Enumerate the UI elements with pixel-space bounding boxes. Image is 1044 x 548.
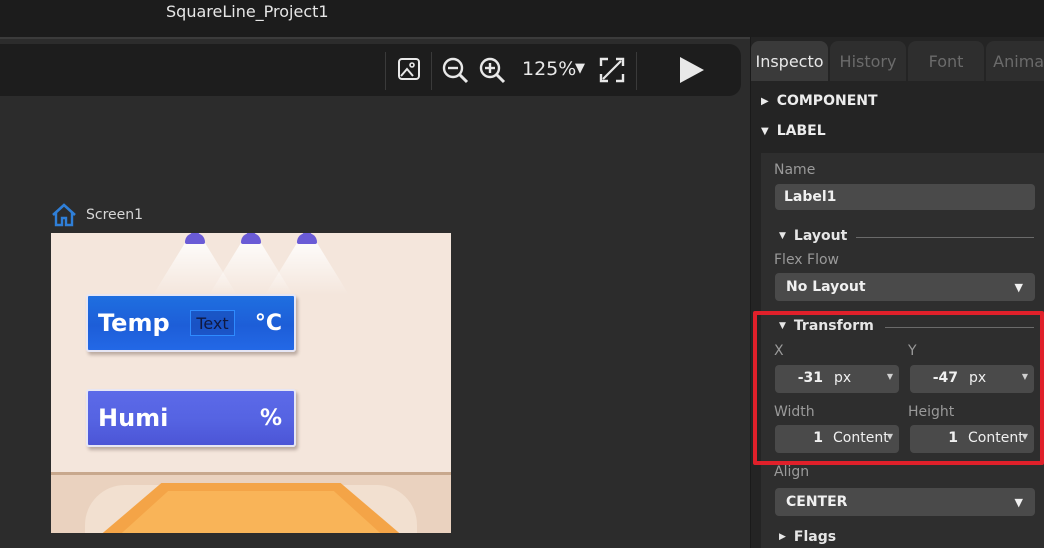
align-value: CENTER <box>786 494 848 510</box>
flags-subheader[interactable]: ▶ Flags <box>779 529 836 545</box>
home-icon <box>52 203 76 227</box>
zoom-out-icon[interactable] <box>440 55 470 85</box>
screen-preview[interactable]: Temp Text °C Humi % <box>51 233 451 533</box>
image-icon[interactable] <box>396 56 422 82</box>
humi-card[interactable]: Humi % <box>86 389 296 447</box>
title-bar: SquareLine_Project1 <box>0 0 1044 37</box>
tab-animation[interactable]: Animati <box>986 41 1044 81</box>
flex-flow-value: No Layout <box>786 279 866 295</box>
inspector-panel: Inspecto History Font Animati ▶ COMPONEN… <box>750 37 1044 548</box>
expanded-triangle-icon: ▼ <box>761 125 769 137</box>
name-input[interactable]: Label1 <box>775 184 1035 210</box>
tab-history[interactable]: History <box>830 41 906 81</box>
window-title: SquareLine_Project1 <box>166 2 329 21</box>
layout-subheader[interactable]: ▼ Layout <box>779 228 847 244</box>
temp-caption: Temp <box>98 309 170 337</box>
divider <box>856 237 1034 238</box>
zoom-in-icon[interactable] <box>477 55 507 85</box>
temp-card[interactable]: Temp Text °C <box>86 294 296 352</box>
section-label-label: LABEL <box>776 123 826 139</box>
zoom-dropdown-caret[interactable]: ▼ <box>575 61 585 76</box>
section-component-label: COMPONENT <box>776 93 878 109</box>
expanded-triangle-icon: ▼ <box>779 231 786 241</box>
play-icon[interactable] <box>676 55 706 85</box>
align-label: Align <box>774 464 810 480</box>
toolbar-divider <box>385 52 386 90</box>
dropdown-arrow-icon: ▼ <box>1014 280 1023 294</box>
tab-inspector[interactable]: Inspecto <box>751 41 828 81</box>
flex-flow-dropdown[interactable]: No Layout ▼ <box>775 273 1035 301</box>
breadcrumb-screen[interactable]: Screen1 <box>86 207 143 223</box>
section-component[interactable]: ▶ COMPONENT <box>761 93 878 109</box>
humi-unit: % <box>259 405 282 431</box>
ceiling-lamp <box>292 233 322 245</box>
dropdown-arrow-icon: ▼ <box>1014 495 1023 509</box>
flex-flow-label: Flex Flow <box>774 252 840 268</box>
transform-highlight-box <box>753 311 1044 465</box>
humi-caption: Humi <box>98 404 169 432</box>
name-label: Name <box>774 162 816 178</box>
tab-font[interactable]: Font <box>908 41 984 81</box>
toolbar-divider <box>431 52 432 90</box>
section-label[interactable]: ▼ LABEL <box>761 123 826 139</box>
layout-title: Layout <box>793 228 848 244</box>
lamp-light <box>265 243 349 295</box>
toolbar-divider <box>636 52 637 90</box>
temp-value-label[interactable]: Text <box>190 310 235 336</box>
collapsed-triangle-icon: ▶ <box>761 95 769 107</box>
collapsed-triangle-icon: ▶ <box>779 532 786 542</box>
temp-unit: °C <box>254 310 282 336</box>
align-dropdown[interactable]: CENTER ▼ <box>775 488 1035 516</box>
zoom-level[interactable]: 125% <box>522 58 576 80</box>
canvas-toolbar: 125% ▼ <box>0 44 741 96</box>
fit-screen-icon[interactable] <box>597 55 627 85</box>
divider <box>0 37 750 39</box>
breadcrumb[interactable]: Screen1 <box>51 203 143 227</box>
panel-tabs: Inspecto History Font Animati <box>751 41 1044 81</box>
flags-title: Flags <box>793 529 837 545</box>
ceiling-lamp <box>236 233 266 245</box>
ceiling-lamp <box>180 233 210 245</box>
